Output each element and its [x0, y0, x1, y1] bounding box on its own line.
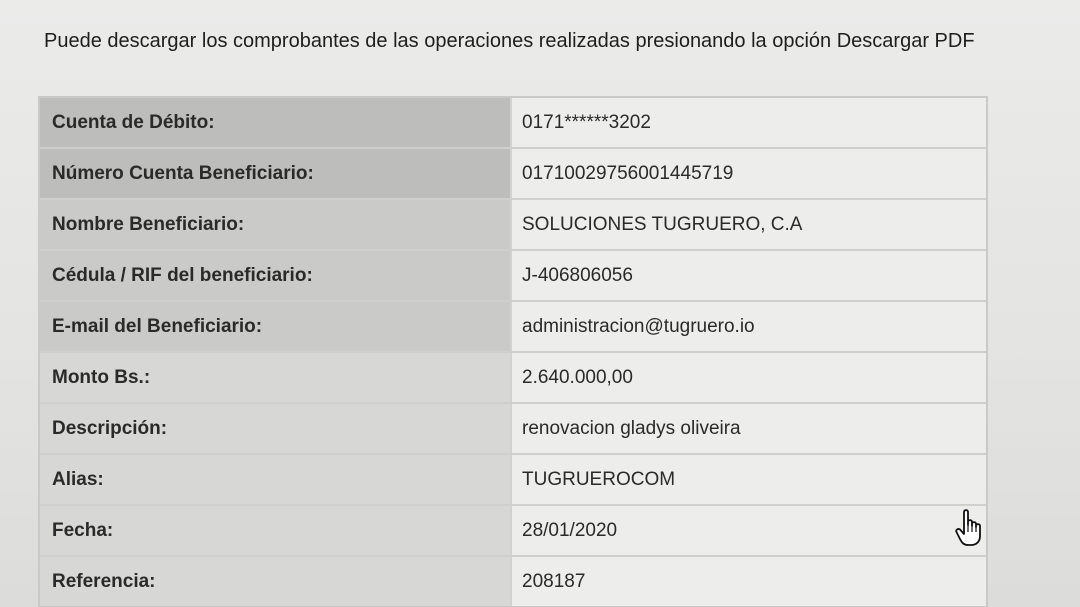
detail-label: Monto Bs.:: [40, 353, 512, 402]
detail-row-reference: Referencia: 208187: [40, 557, 986, 606]
detail-label: Nombre Beneficiario:: [40, 200, 512, 249]
detail-value: administracion@tugruero.io: [512, 302, 986, 351]
detail-label: Referencia:: [40, 557, 512, 606]
detail-value: J-406806056: [512, 251, 986, 300]
detail-value: 01710029756001445719: [512, 149, 986, 198]
detail-label: Número Cuenta Beneficiario:: [40, 149, 512, 198]
detail-value: 208187: [512, 557, 986, 606]
detail-row-date: Fecha: 28/01/2020: [40, 506, 986, 557]
detail-row-description: Descripción: renovacion gladys oliveira: [40, 404, 986, 455]
detail-value: 2.640.000,00: [512, 353, 986, 402]
detail-label: Cuenta de Débito:: [40, 98, 512, 147]
detail-row-beneficiary-email: E-mail del Beneficiario: administracion@…: [40, 302, 986, 353]
detail-label: Fecha:: [40, 506, 512, 555]
detail-row-amount: Monto Bs.: 2.640.000,00: [40, 353, 986, 404]
transfer-details-table: Cuenta de Débito: 0171******3202 Número …: [38, 96, 988, 607]
detail-value: SOLUCIONES TUGRUERO, C.A: [512, 200, 986, 249]
detail-value: renovacion gladys oliveira: [512, 404, 986, 453]
page: Puede descargar los comprobantes de las …: [0, 0, 1080, 607]
detail-row-debit-account: Cuenta de Débito: 0171******3202: [40, 98, 986, 149]
detail-label: Descripción:: [40, 404, 512, 453]
detail-value: TUGRUEROCOM: [512, 455, 986, 504]
detail-label: Cédula / RIF del beneficiario:: [40, 251, 512, 300]
hand-pointer-icon: [955, 509, 981, 546]
instruction-text: Puede descargar los comprobantes de las …: [44, 30, 975, 52]
detail-row-alias: Alias: TUGRUEROCOM: [40, 455, 986, 506]
detail-row-beneficiary-id: Cédula / RIF del beneficiario: J-4068060…: [40, 251, 986, 302]
detail-value: 28/01/2020: [512, 506, 986, 555]
detail-label: E-mail del Beneficiario:: [40, 302, 512, 351]
detail-label: Alias:: [40, 455, 512, 504]
detail-row-beneficiary-account: Número Cuenta Beneficiario: 017100297560…: [40, 149, 986, 200]
detail-value: 0171******3202: [512, 98, 986, 147]
detail-row-beneficiary-name: Nombre Beneficiario: SOLUCIONES TUGRUERO…: [40, 200, 986, 251]
